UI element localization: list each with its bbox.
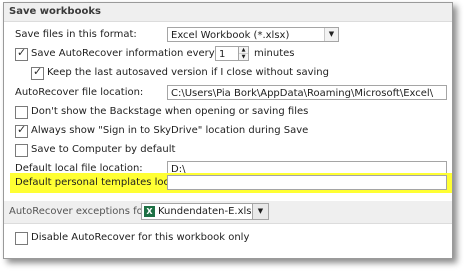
workbook-value: Kundendaten-E.xlsx xyxy=(158,206,258,217)
autorecover-location-label: AutoRecover file location: xyxy=(15,87,144,98)
save-to-computer-checkbox[interactable] xyxy=(15,144,28,157)
autorecover-checkbox[interactable] xyxy=(15,46,28,61)
chevron-down-icon[interactable]: ▼ xyxy=(324,28,338,41)
disable-autorecover-label: Disable AutoRecover for this workbook on… xyxy=(31,232,250,243)
save-format-dropdown[interactable]: Excel Workbook (*.xlsx) ▼ xyxy=(167,27,339,42)
autorecover-label: Save AutoRecover information every xyxy=(31,48,215,59)
autorecover-exceptions-label: AutoRecover exceptions for: xyxy=(9,206,151,217)
autorecover-location-input[interactable]: C:\Users\Pia Bork\AppData\Roaming\Micros… xyxy=(167,85,447,100)
autorecover-minutes-stepper[interactable]: 1 ▲ ▼ xyxy=(215,46,249,61)
minutes-label: minutes xyxy=(254,48,295,59)
spin-down-icon[interactable]: ▼ xyxy=(239,54,248,60)
workbook-dropdown[interactable]: X Kundendaten-E.xlsx ▼ xyxy=(141,203,269,220)
autorecover-minutes-value: 1 xyxy=(219,49,226,60)
keep-last-autosaved-checkbox[interactable] xyxy=(31,65,44,80)
skydrive-checkbox[interactable] xyxy=(15,123,28,138)
spin-buttons[interactable]: ▲ ▼ xyxy=(238,47,248,60)
save-to-computer-label: Save to Computer by default xyxy=(31,144,176,155)
excel-save-options-panel: Save workbooks Save files in this format… xyxy=(3,2,453,259)
disable-autorecover-checkbox[interactable] xyxy=(15,232,28,245)
spin-up-icon[interactable]: ▲ xyxy=(239,47,248,54)
keep-last-autosaved-label: Keep the last autosaved version if I clo… xyxy=(47,67,329,78)
save-format-value: Excel Workbook (*.xlsx) xyxy=(171,30,290,41)
skydrive-label: Always show "Sign in to SkyDrive" locati… xyxy=(31,125,309,136)
excel-icon: X xyxy=(144,205,155,217)
autorecover-location-value: C:\Users\Pia Bork\AppData\Roaming\Micros… xyxy=(171,88,434,99)
backstage-label: Don't show the Backstage when opening or… xyxy=(31,106,309,117)
section-header-save-workbooks: Save workbooks xyxy=(4,3,452,22)
backstage-checkbox[interactable] xyxy=(15,106,28,119)
save-format-label: Save files in this format: xyxy=(15,29,137,40)
personal-templates-input[interactable] xyxy=(167,175,447,190)
chevron-down-icon[interactable]: ▼ xyxy=(252,204,268,219)
